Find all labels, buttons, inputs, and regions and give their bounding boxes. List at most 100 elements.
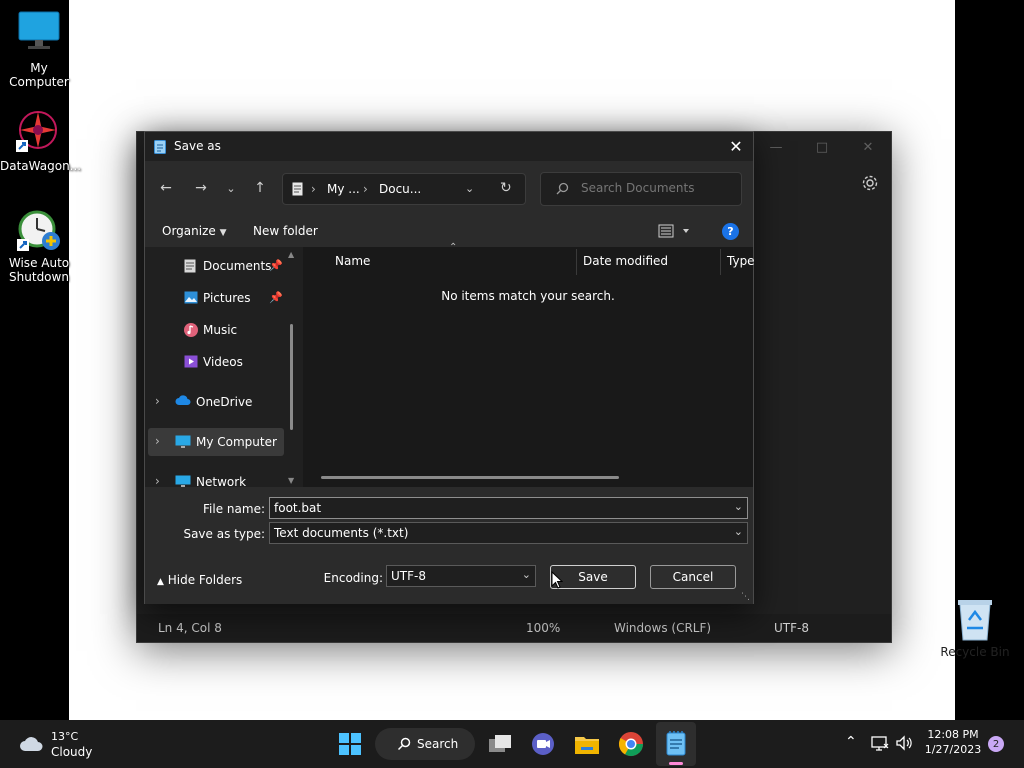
pictures-icon	[184, 291, 198, 305]
encoding-value: UTF-8	[391, 569, 426, 583]
desktop-icon-recycle-bin[interactable]: Recycle Bin	[937, 598, 1013, 659]
cancel-button[interactable]: Cancel	[650, 565, 736, 589]
file-explorer-icon[interactable]	[573, 730, 601, 758]
search-box[interactable]	[540, 172, 742, 206]
window-caption-buttons: — □ ✕	[753, 132, 891, 162]
hide-folders-button[interactable]: ▲ Hide Folders	[157, 573, 242, 587]
nav-item-my-computer[interactable]: › My Computer	[148, 428, 284, 456]
search-icon	[397, 737, 411, 751]
mouse-pointer-icon	[551, 570, 564, 589]
weather-temperature: 13°C	[51, 730, 79, 743]
clock-time: 12:08 PM	[927, 728, 979, 741]
navigation-bar: ← → ⌄ ↑ › My ... › Docu... ⌄ ↻	[145, 161, 753, 217]
notepad-icon	[154, 139, 166, 154]
search-icon	[556, 182, 569, 195]
cursor-position: Ln 4, Col 8	[158, 621, 222, 635]
recent-locations-chevron-icon[interactable]: ⌄	[220, 177, 242, 199]
cloud-icon	[175, 395, 191, 409]
weather-widget[interactable]: 13°C Cloudy	[12, 728, 102, 760]
close-icon[interactable]: ✕	[719, 132, 753, 161]
network-status-icon[interactable]	[871, 735, 889, 751]
help-icon[interactable]: ?	[722, 223, 739, 240]
chevron-right-icon: ›	[155, 434, 160, 448]
desktop-icon-label: Recycle Bin	[940, 645, 1010, 659]
chevron-right-icon: ›	[155, 394, 160, 408]
file-name-value: foot.bat	[274, 501, 322, 515]
column-header-type[interactable]: Type	[727, 254, 755, 268]
column-header-name[interactable]: Name	[335, 254, 370, 268]
documents-icon	[184, 259, 198, 273]
column-divider[interactable]	[576, 249, 577, 275]
back-arrow-icon[interactable]: ←	[155, 177, 177, 199]
save-as-type-label: Save as type:	[183, 527, 265, 541]
address-dropdown-icon[interactable]: ⌄	[465, 182, 474, 195]
desktop-icon-datawagon[interactable]: DataWagon...	[0, 108, 81, 173]
nav-item-pictures[interactable]: Pictures 📌	[145, 284, 285, 312]
scrollbar-thumb[interactable]	[290, 324, 293, 430]
save-as-dialog: Save as ✕ ← → ⌄ ↑ › My ... › Docu... ⌄ ↻…	[144, 131, 755, 604]
resize-grip-icon[interactable]: ⋱	[741, 592, 750, 602]
music-icon	[184, 323, 198, 337]
address-bar[interactable]: › My ... › Docu... ⌄ ↻	[282, 173, 526, 205]
encoding-select[interactable]: UTF-8 ⌄	[386, 565, 536, 587]
nav-item-onedrive[interactable]: › OneDrive	[145, 388, 285, 416]
refresh-icon[interactable]: ↻	[500, 180, 512, 196]
desktop-icon-label: My Computer	[9, 61, 69, 89]
list-view-icon	[658, 224, 689, 238]
show-hidden-icons-chevron-icon[interactable]: ⌃	[845, 734, 857, 750]
taskbar-search-button[interactable]: Search	[375, 728, 475, 760]
chevron-down-icon[interactable]: ⌄	[734, 500, 743, 513]
encoding-label: Encoding:	[323, 571, 383, 585]
organize-button[interactable]: Organize ▼	[162, 224, 227, 238]
file-name-field[interactable]: foot.bat ⌄	[269, 497, 748, 519]
horizontal-scrollbar[interactable]	[321, 476, 619, 479]
pin-icon: 📌	[269, 259, 283, 272]
recycle-bin-icon	[951, 598, 999, 642]
breadcrumb-segment[interactable]: Docu...	[379, 182, 421, 196]
task-view-icon[interactable]	[486, 730, 514, 758]
save-as-type-value: Text documents (*.txt)	[274, 526, 409, 540]
network-icon	[175, 475, 191, 487]
status-bar: Ln 4, Col 8 100% Windows (CRLF) UTF-8	[137, 614, 891, 642]
nav-item-label: Network	[196, 475, 247, 487]
close-icon[interactable]: ✕	[845, 132, 891, 162]
minimize-icon[interactable]: —	[753, 132, 799, 162]
chevron-right-icon: ›	[155, 474, 160, 487]
nav-item-label: Documents	[203, 259, 272, 273]
breadcrumb-segment[interactable]: My ...	[327, 182, 360, 196]
desktop-icon-wise-auto-shutdown[interactable]: Wise Auto Shutdown	[1, 205, 77, 284]
nav-item-music[interactable]: Music	[145, 316, 285, 344]
clock[interactable]: 12:08 PM 1/27/2023	[920, 728, 986, 756]
desktop-icon-my-computer[interactable]: My Computer	[1, 10, 77, 89]
chevron-down-icon: ⌄	[733, 525, 743, 538]
column-divider[interactable]	[720, 249, 721, 275]
chrome-icon[interactable]	[617, 730, 645, 758]
nav-item-documents[interactable]: Documents 📌	[145, 252, 285, 280]
scroll-up-icon[interactable]: ▲	[288, 250, 294, 259]
scroll-down-icon[interactable]: ▼	[288, 476, 294, 485]
start-windows-icon[interactable]	[336, 730, 364, 758]
new-folder-button[interactable]: New folder	[253, 224, 318, 238]
column-header-date-modified[interactable]: Date modified	[583, 254, 668, 268]
hide-folders-label: Hide Folders	[167, 573, 243, 587]
monitor-icon	[15, 10, 63, 58]
nav-pane-scrollbar[interactable]: ▲ ▼	[288, 250, 295, 485]
nav-item-videos[interactable]: Videos	[145, 348, 285, 376]
maximize-icon[interactable]: □	[799, 132, 845, 162]
cloud-icon	[19, 736, 45, 752]
forward-arrow-icon[interactable]: →	[190, 177, 212, 199]
notification-badge[interactable]: 2	[988, 736, 1004, 752]
up-arrow-icon[interactable]: ↑	[249, 177, 271, 199]
save-as-type-select[interactable]: Text documents (*.txt) ⌄	[269, 522, 748, 544]
file-encoding: UTF-8	[774, 621, 809, 635]
search-input[interactable]	[581, 181, 731, 195]
view-options-button[interactable]	[658, 223, 690, 242]
dialog-titlebar: Save as ✕	[145, 132, 753, 161]
navigation-pane: Documents 📌 Pictures 📌 Music Videos › On…	[145, 247, 303, 487]
volume-icon[interactable]	[895, 735, 913, 751]
nav-item-network[interactable]: › Network	[145, 468, 285, 487]
teams-chat-icon[interactable]	[529, 730, 557, 758]
gear-icon[interactable]	[861, 174, 879, 192]
nav-item-label: Videos	[203, 355, 243, 369]
taskbar-active-app[interactable]	[656, 722, 696, 766]
